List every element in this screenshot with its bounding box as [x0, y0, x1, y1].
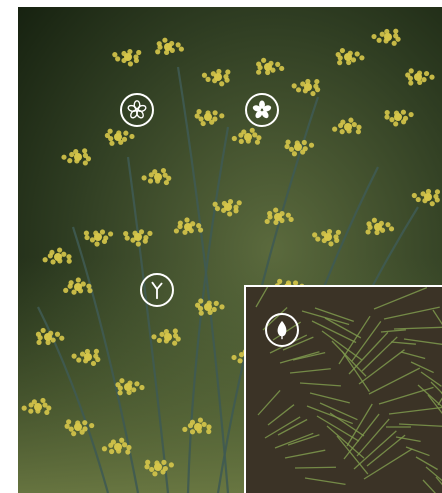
stem-icon — [140, 273, 174, 307]
flower-outline-icon — [120, 93, 154, 127]
flower-filled-icon — [245, 93, 279, 127]
leaf-icon — [265, 313, 299, 347]
frond — [294, 466, 337, 469]
